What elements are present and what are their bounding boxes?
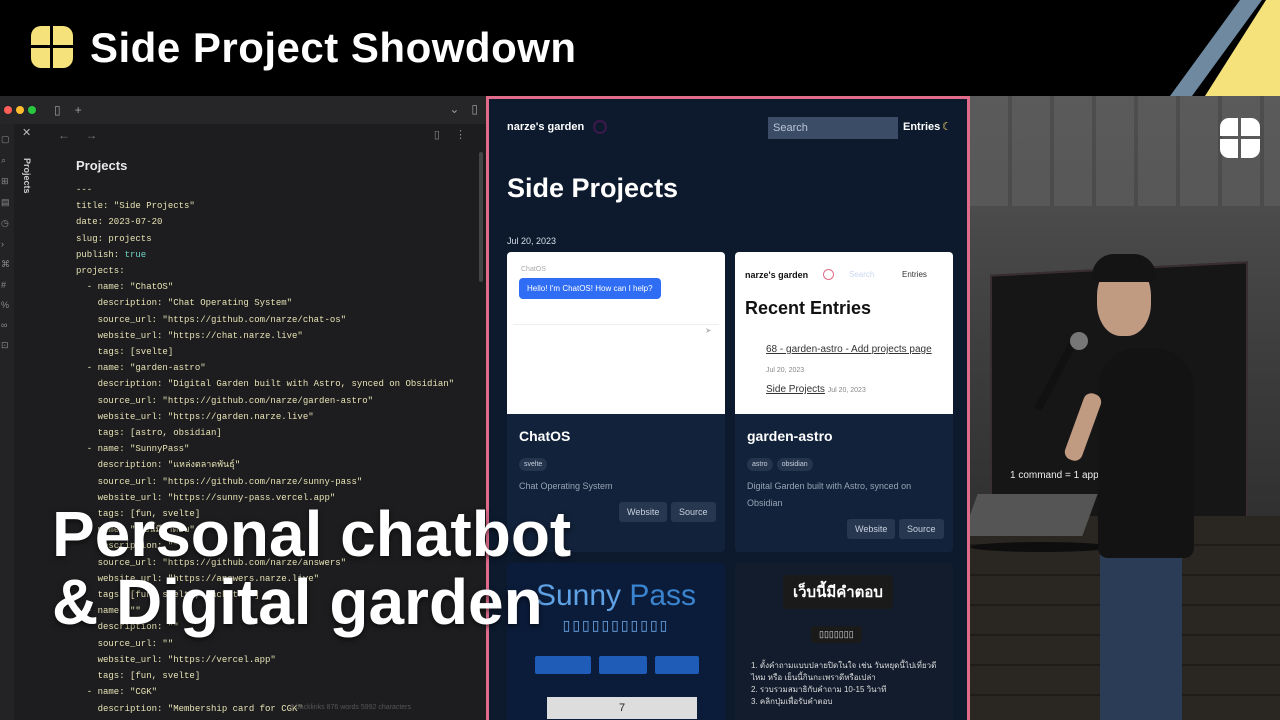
code-line[interactable]: slug: projects — [76, 231, 454, 247]
nav-arrows-icon[interactable]: ← → — [58, 128, 103, 142]
project-description: Digital Garden built with Astro, synced … — [747, 481, 912, 508]
banner: Side Project Showdown — [0, 0, 1280, 96]
garden-screenshot: narze's garden Search Entries Recent Ent… — [735, 252, 953, 414]
template-icon[interactable]: ⊡ — [1, 340, 14, 351]
code-line[interactable]: source_url: "https://github.com/narze/ch… — [76, 312, 454, 328]
table — [970, 542, 1112, 552]
percent-icon[interactable]: % — [1, 300, 14, 310]
microphone-head — [1070, 332, 1088, 350]
code-line[interactable]: - name: "CGK" — [76, 684, 454, 700]
code-line[interactable]: website_url: "https://garden.narze.live" — [76, 409, 454, 425]
project-name: ChatOS — [519, 428, 571, 444]
tag-badge[interactable]: obsidian — [776, 458, 813, 471]
sunnypass-field: 7 — [547, 697, 697, 719]
editor-ribbon: ▢ ⌕ ⊞ ▤ ◷ › ⌘ # % ∞ ⊡ — [0, 124, 14, 720]
tags-icon[interactable]: # — [1, 280, 14, 290]
speaker-body — [1098, 348, 1194, 558]
chat-bubble: Hello! I'm ChatOS! How can I help? — [519, 278, 661, 299]
code-line[interactable]: - name: "SunnyPass" — [76, 441, 454, 457]
send-icon: ➤ — [705, 326, 712, 335]
editor-titlebar: ▯ + ⌄ ▯ — [0, 96, 486, 124]
clock-icon[interactable]: ◷ — [1, 218, 14, 229]
more-options-icon[interactable]: ▯ ⋮ — [434, 128, 472, 141]
website-button[interactable]: Website — [847, 519, 896, 539]
layout-icon[interactable]: ▯ — [471, 102, 478, 116]
code-line[interactable]: tags: [astro, obsidian] — [76, 425, 454, 441]
website-button[interactable]: Website — [619, 502, 668, 522]
editor-scrollbar[interactable] — [479, 152, 483, 282]
theme-ring-icon — [593, 120, 607, 134]
entries-link[interactable]: Entries — [903, 121, 940, 133]
new-tab-icon[interactable]: + — [75, 103, 82, 117]
vertical-tab-projects[interactable]: Projects — [22, 158, 32, 194]
tag-badge[interactable]: svelte — [519, 458, 548, 471]
project-card-garden-astro[interactable]: narze's garden Search Entries Recent Ent… — [735, 252, 953, 552]
code-line[interactable]: --- — [76, 182, 454, 198]
code-line[interactable]: - name: "ChatOS" — [76, 279, 454, 295]
page-date: Jul 20, 2023 — [507, 236, 557, 246]
theme-ring-icon — [823, 269, 834, 280]
banner-title: Side Project Showdown — [90, 24, 577, 71]
maximize-dot[interactable] — [28, 106, 36, 114]
chatos-screenshot: ChatOS Hello! I'm ChatOS! How can I help… — [507, 252, 725, 414]
code-line[interactable]: description: "Digital Garden built with … — [76, 376, 454, 392]
caption-line-2: & Digital garden — [52, 566, 543, 638]
tag-badge[interactable]: astro — [747, 458, 773, 471]
commands-icon[interactable]: ⌘ — [1, 259, 14, 270]
code-line[interactable]: source_url: "https://github.com/narze/su… — [76, 474, 454, 490]
site-brand[interactable]: narze's garden — [507, 121, 584, 133]
speaker-hair — [1092, 254, 1156, 282]
note-title: Projects — [76, 158, 128, 173]
chat-input — [513, 324, 719, 340]
sunnypass-option — [599, 656, 647, 674]
code-line[interactable]: tags: [svelte] — [76, 344, 454, 360]
code-line[interactable]: description: "แหล่งตลาดพันธุ์" — [76, 457, 454, 473]
code-line[interactable]: website_url: "https://chat.narze.live" — [76, 328, 454, 344]
answers-instructions: 1. ตั้งคำถามแบบปลายปิดในใจ เช่น วันหยุดน… — [751, 661, 937, 706]
project-name: garden-astro — [747, 428, 833, 444]
code-line[interactable]: tags: [fun, svelte] — [76, 668, 454, 684]
terminal-icon[interactable]: › — [1, 239, 14, 249]
speaker-legs — [1100, 536, 1182, 720]
minimize-dot[interactable] — [16, 106, 24, 114]
sidebar-toggle-icon[interactable]: ▯ — [54, 103, 61, 117]
source-button[interactable]: Source — [899, 519, 944, 539]
frontmatter-code[interactable]: --- title: "Side Projects" date: 2023-07-2… — [76, 182, 454, 720]
code-line[interactable]: source_url: "https://github.com/narze/ga… — [76, 393, 454, 409]
editor-status-bar: 0 backlinks 876 words 5992 characters — [290, 704, 412, 711]
code-line[interactable]: publish: true — [76, 247, 454, 263]
code-line[interactable]: description: "Chat Operating System" — [76, 295, 454, 311]
code-line[interactable]: website_url: "https://vercel.app" — [76, 652, 454, 668]
code-line[interactable]: source_url: "" — [76, 636, 454, 652]
sunnypass-option — [535, 656, 591, 674]
chevron-down-icon[interactable]: ⌄ — [449, 102, 459, 116]
calendar-icon[interactable]: ▤ — [1, 197, 14, 208]
project-card-answers[interactable]: เว็บนี้มีคำตอบ ▯▯▯▯▯▯▯ 1. ตั้งคำถามแบบปล… — [735, 563, 953, 720]
laptop-icon — [970, 494, 1098, 536]
link-icon[interactable]: ∞ — [1, 320, 14, 330]
brand-logo-icon — [31, 26, 73, 68]
code-line[interactable]: - name: "garden-astro" — [76, 360, 454, 376]
answers-title: เว็บนี้มีคำตอบ — [783, 575, 893, 609]
caption-line-1: Personal chatbot — [52, 498, 572, 570]
code-line[interactable]: date: 2023-07-20 — [76, 214, 454, 230]
tab-close-icon[interactable]: ✕ — [22, 126, 42, 139]
caption-overlay: Personal chatbot & Digital garden — [52, 500, 571, 636]
graph-icon[interactable]: ⊞ — [1, 176, 14, 187]
files-icon[interactable]: ▢ — [1, 134, 14, 145]
close-dot[interactable] — [4, 106, 12, 114]
watermark-logo-icon — [1220, 118, 1260, 158]
search-icon[interactable]: ⌕ — [1, 155, 14, 166]
decorative-stripes — [1170, 0, 1280, 96]
code-line[interactable]: projects: — [76, 263, 454, 279]
sunnypass-option — [655, 656, 699, 674]
site-search-input[interactable] — [768, 117, 898, 139]
speaker-camera: 1 command = 1 app = 1 TS file — [970, 96, 1280, 720]
moon-icon[interactable]: ☾ — [942, 120, 952, 133]
page-title: Side Projects — [507, 173, 679, 203]
code-line[interactable]: title: "Side Projects" — [76, 198, 454, 214]
source-button[interactable]: Source — [671, 502, 716, 522]
project-description: Chat Operating System — [519, 481, 613, 491]
